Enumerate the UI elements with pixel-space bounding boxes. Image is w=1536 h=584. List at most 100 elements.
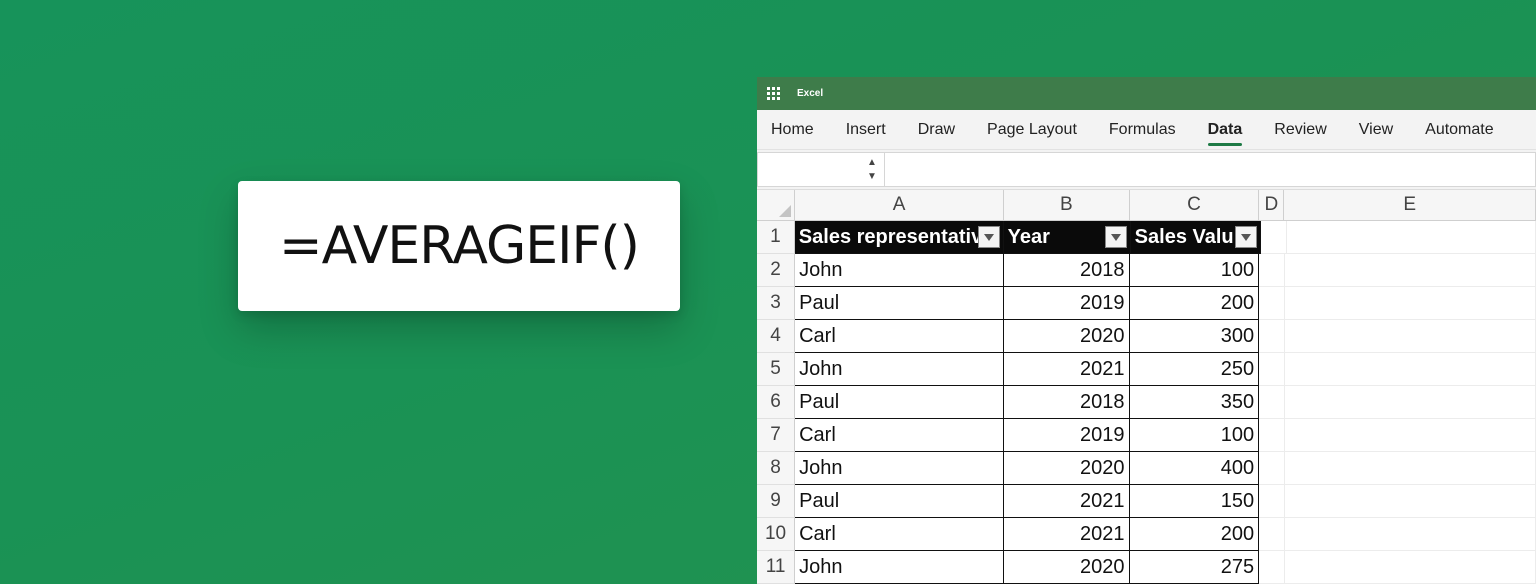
cell-sales-representative[interactable]: John [795, 551, 1004, 584]
column-header-e[interactable]: E [1284, 190, 1536, 220]
empty-cell[interactable] [1259, 386, 1285, 419]
table-row: 6 Paul 2018 350 [757, 386, 1536, 419]
cell-sales-value[interactable]: 200 [1129, 287, 1260, 320]
cell-sales-representative[interactable]: Paul [795, 485, 1004, 518]
empty-cell[interactable] [1284, 287, 1536, 320]
empty-cell[interactable] [1259, 452, 1285, 485]
header-cell-sales-representative[interactable]: Sales representativ [794, 221, 1004, 254]
cell-year[interactable]: 2019 [1003, 287, 1130, 320]
cell-year[interactable]: 2020 [1003, 452, 1130, 485]
cell-year[interactable]: 2019 [1003, 419, 1130, 452]
table-row: 9 Paul 2021 150 [757, 485, 1536, 518]
cell-sales-representative[interactable]: Carl [795, 419, 1004, 452]
column-header-b[interactable]: B [1004, 190, 1130, 220]
table-body: 2 John 2018 100 3 Paul 2019 200 4 Carl 2020 300 5 Joh… [757, 254, 1536, 584]
filter-dropdown-icon[interactable] [1104, 226, 1127, 248]
filter-dropdown-icon[interactable] [1235, 226, 1258, 248]
cell-year[interactable]: 2020 [1003, 320, 1130, 353]
app-launcher-icon[interactable] [767, 86, 781, 101]
empty-cell[interactable] [1259, 419, 1285, 452]
empty-cell[interactable] [1284, 353, 1536, 386]
row-header[interactable]: 10 [757, 518, 796, 551]
tab-draw[interactable]: Draw [902, 110, 971, 150]
tab-data[interactable]: Data [1192, 110, 1259, 150]
cell-sales-representative[interactable]: Paul [795, 287, 1004, 320]
empty-cell[interactable] [1284, 254, 1536, 287]
row-header[interactable]: 4 [757, 320, 796, 353]
cell-sales-value[interactable]: 150 [1129, 485, 1260, 518]
cell-sales-value[interactable]: 275 [1129, 551, 1260, 584]
tab-view[interactable]: View [1343, 110, 1409, 150]
empty-cell[interactable] [1284, 485, 1536, 518]
empty-cell[interactable] [1259, 287, 1285, 320]
tab-page-layout[interactable]: Page Layout [971, 110, 1093, 150]
header-cell-year[interactable]: Year [1003, 221, 1131, 254]
table-row: 7 Carl 2019 100 [757, 419, 1536, 452]
cell-year[interactable]: 2021 [1003, 485, 1130, 518]
cell-sales-value[interactable]: 250 [1129, 353, 1260, 386]
empty-cell[interactable] [1284, 551, 1536, 584]
table-row: 5 John 2021 250 [757, 353, 1536, 386]
row-header[interactable]: 2 [757, 254, 796, 287]
row-header[interactable]: 1 [757, 221, 795, 254]
empty-cell[interactable] [1259, 353, 1285, 386]
column-header-a[interactable]: A [795, 190, 1004, 220]
empty-cell[interactable] [1259, 254, 1285, 287]
table-row: 10 Carl 2021 200 [757, 518, 1536, 551]
empty-cell[interactable] [1259, 485, 1285, 518]
ribbon-tabs: Home Insert Draw Page Layout Formulas Da… [757, 110, 1536, 150]
empty-cell[interactable] [1259, 518, 1285, 551]
cell-year[interactable]: 2021 [1003, 353, 1130, 386]
row-header[interactable]: 3 [757, 287, 796, 320]
tab-insert[interactable]: Insert [830, 110, 902, 150]
empty-cell[interactable] [1284, 518, 1536, 551]
cell-sales-representative[interactable]: John [795, 254, 1004, 287]
empty-cell[interactable] [1259, 320, 1285, 353]
empty-cell[interactable] [1284, 320, 1536, 353]
cell-sales-value[interactable]: 200 [1129, 518, 1260, 551]
empty-cell[interactable] [1261, 221, 1287, 254]
filter-dropdown-icon[interactable] [977, 226, 1000, 248]
cell-year[interactable]: 2020 [1003, 551, 1130, 584]
name-box[interactable]: ▲ ▼ [757, 152, 885, 187]
tab-formulas[interactable]: Formulas [1093, 110, 1192, 150]
formula-text: =AVERAGEIF() [279, 216, 640, 276]
empty-cell[interactable] [1286, 221, 1536, 254]
cell-year[interactable]: 2018 [1003, 386, 1130, 419]
row-header[interactable]: 8 [757, 452, 796, 485]
column-header-d[interactable]: D [1259, 190, 1285, 220]
row-header[interactable]: 5 [757, 353, 796, 386]
empty-cell[interactable] [1284, 419, 1536, 452]
select-all-corner[interactable] [757, 190, 796, 220]
cell-sales-value[interactable]: 350 [1129, 386, 1260, 419]
cell-sales-representative[interactable]: Paul [795, 386, 1004, 419]
cell-sales-value[interactable]: 100 [1129, 419, 1260, 452]
header-cell-sales-value[interactable]: Sales Valu [1130, 221, 1262, 254]
row-header[interactable]: 11 [757, 551, 796, 584]
excel-window: Excel Home Insert Draw Page Layout Formu… [757, 77, 1536, 584]
app-name: Excel [797, 88, 824, 99]
cell-sales-value[interactable]: 400 [1129, 452, 1260, 485]
empty-cell[interactable] [1259, 551, 1285, 584]
row-header[interactable]: 6 [757, 386, 796, 419]
row-header[interactable]: 9 [757, 485, 796, 518]
tab-home[interactable]: Home [757, 110, 830, 150]
formula-input[interactable] [885, 152, 1536, 187]
name-box-spinner-icon[interactable]: ▲ ▼ [866, 156, 878, 184]
column-headers: A B C D E [757, 190, 1536, 221]
tab-review[interactable]: Review [1258, 110, 1342, 150]
cell-year[interactable]: 2021 [1003, 518, 1130, 551]
cell-sales-representative[interactable]: Carl [795, 320, 1004, 353]
empty-cell[interactable] [1284, 386, 1536, 419]
empty-cell[interactable] [1284, 452, 1536, 485]
cell-sales-representative[interactable]: Carl [795, 518, 1004, 551]
column-header-c[interactable]: C [1130, 190, 1260, 220]
tab-automate[interactable]: Automate [1409, 110, 1509, 150]
cell-sales-value[interactable]: 100 [1129, 254, 1260, 287]
cell-sales-value[interactable]: 300 [1129, 320, 1260, 353]
cell-year[interactable]: 2018 [1003, 254, 1130, 287]
row-header[interactable]: 7 [757, 419, 796, 452]
cell-sales-representative[interactable]: John [795, 353, 1004, 386]
cell-sales-representative[interactable]: John [795, 452, 1004, 485]
table-row: 2 John 2018 100 [757, 254, 1536, 287]
